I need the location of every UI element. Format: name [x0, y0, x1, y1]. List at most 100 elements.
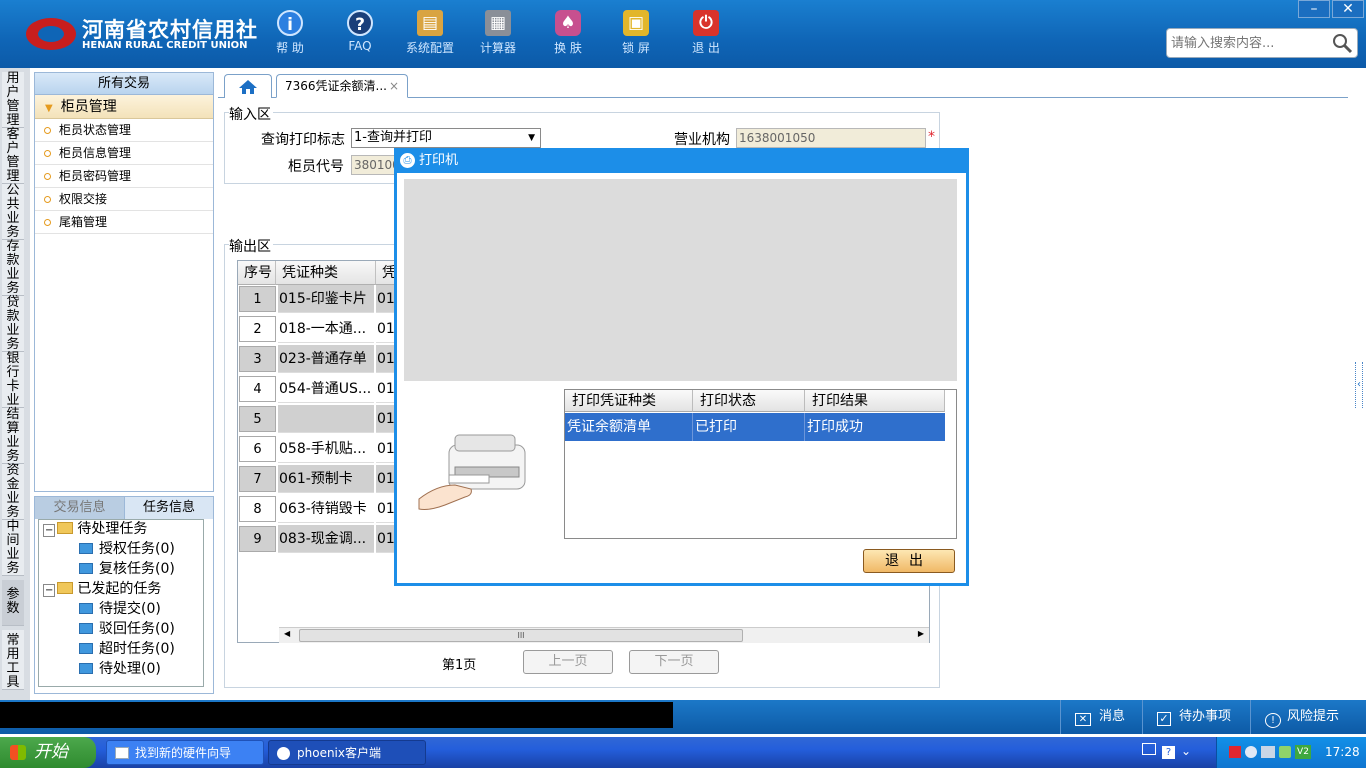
- tree-item-to-submit[interactable]: 待提交(0): [79, 599, 161, 619]
- security-icon[interactable]: [1279, 746, 1291, 758]
- vtab-settlement[interactable]: 结算业务: [2, 408, 24, 464]
- table-cell[interactable]: 063-待销毁卡: [278, 495, 374, 523]
- menu-item-tail-box[interactable]: 尾箱管理: [35, 211, 213, 234]
- dialog-title-bar[interactable]: ⎙ 打印机: [397, 151, 966, 173]
- skin-button[interactable]: ♠ 换 肤: [536, 8, 600, 62]
- horizontal-scrollbar[interactable]: ◀ III ▶: [279, 627, 929, 643]
- table-cell[interactable]: 01: [376, 375, 396, 403]
- prev-page-button[interactable]: 上一页: [523, 650, 613, 674]
- messages-button[interactable]: ✕ 消息: [1060, 700, 1142, 734]
- tab-task-info[interactable]: 任务信息: [124, 497, 213, 519]
- menu-item-teller-status[interactable]: 柜员状态管理: [35, 119, 213, 142]
- tray-app-icon[interactable]: [1229, 746, 1241, 758]
- vtab-funds[interactable]: 资金业务: [2, 464, 24, 520]
- org-field[interactable]: 1638001050: [736, 128, 926, 148]
- menu-title[interactable]: 所有交易: [35, 73, 213, 95]
- table-cell[interactable]: 023-普通存单: [278, 345, 374, 373]
- tree-item-auth[interactable]: 授权任务(0): [79, 539, 175, 559]
- vtab-loan[interactable]: 贷款业务: [2, 296, 24, 352]
- menu-item-permission-handover[interactable]: 权限交接: [35, 188, 213, 211]
- next-page-button[interactable]: 下一页: [629, 650, 719, 674]
- caret-icon[interactable]: ⌄: [1181, 744, 1191, 758]
- row-number[interactable]: 4: [239, 376, 276, 402]
- start-button[interactable]: 开始: [0, 737, 96, 768]
- system-config-button[interactable]: ▤ 系统配置: [398, 8, 462, 62]
- help-button[interactable]: i 帮 助: [258, 8, 322, 62]
- tree-item-timeout[interactable]: 超时任务(0): [79, 639, 175, 659]
- search-icon[interactable]: [1331, 32, 1353, 54]
- vtab-intermediary[interactable]: 中间业务: [2, 520, 24, 576]
- table-cell[interactable]: 01: [376, 315, 396, 343]
- table-cell[interactable]: 01: [376, 435, 396, 463]
- lock-screen-button[interactable]: ▣ 锁 屏: [604, 8, 668, 62]
- row-number[interactable]: 5: [239, 406, 276, 432]
- menu-item-teller-info[interactable]: 柜员信息管理: [35, 142, 213, 165]
- vtab-deposit[interactable]: 存款业务: [2, 240, 24, 296]
- monitor-icon[interactable]: [1261, 746, 1275, 758]
- table-cell[interactable]: 01: [376, 495, 396, 523]
- vtab-customer-mgmt[interactable]: 客户管理: [2, 128, 24, 184]
- table-cell[interactable]: 01: [376, 345, 396, 373]
- row-number[interactable]: 3: [239, 346, 276, 372]
- query-flag-select[interactable]: 1-查询并打印 ▼: [351, 128, 541, 148]
- tray-badge-icon[interactable]: V2: [1295, 745, 1311, 759]
- network-icon[interactable]: [1245, 746, 1257, 758]
- menu-group-teller[interactable]: ▼ 柜员管理: [35, 95, 213, 119]
- faq-button[interactable]: ? FAQ: [328, 8, 392, 62]
- close-tab-icon[interactable]: ×: [389, 79, 399, 93]
- scroll-right-icon[interactable]: ▶: [918, 629, 924, 638]
- taskbar-item-phoenix[interactable]: phoenix客户端: [268, 740, 426, 765]
- row-number[interactable]: 1: [239, 286, 276, 312]
- taskbar-item-hardware-wizard[interactable]: 找到新的硬件向导: [106, 740, 264, 765]
- table-cell[interactable]: 01: [376, 285, 396, 313]
- calculator-button[interactable]: ▦ 计算器: [466, 8, 530, 62]
- row-number[interactable]: 7: [239, 466, 276, 492]
- search-input[interactable]: [1167, 29, 1327, 57]
- vtab-bank-card[interactable]: 银行卡业务: [2, 352, 24, 422]
- col-header-print-type[interactable]: 打印凭证种类: [565, 390, 693, 412]
- keyboard-icon[interactable]: [1142, 743, 1156, 755]
- table-cell[interactable]: 058-手机贴...: [278, 435, 374, 463]
- risk-alert-button[interactable]: ! 风险提示: [1250, 700, 1366, 734]
- table-cell[interactable]: 061-预制卡: [278, 465, 374, 493]
- home-tab[interactable]: [224, 74, 272, 98]
- vtab-public-business[interactable]: 公共业务: [2, 184, 24, 240]
- col-header-print-status[interactable]: 打印状态: [693, 390, 805, 412]
- table-cell[interactable]: 018-一本通...: [278, 315, 374, 343]
- row-number[interactable]: 9: [239, 526, 276, 552]
- tab-voucher-balance[interactable]: 7366凭证余额清... ×: [276, 74, 408, 98]
- col-header-no[interactable]: 序号: [238, 261, 276, 285]
- table-cell[interactable]: 01: [376, 465, 396, 493]
- table-cell[interactable]: 015-印鉴卡片: [278, 285, 374, 313]
- exit-app-button[interactable]: ⏻ 退 出: [674, 8, 738, 62]
- vtab-params[interactable]: 参数: [2, 580, 24, 626]
- row-number[interactable]: 6: [239, 436, 276, 462]
- menu-item-teller-password[interactable]: 柜员密码管理: [35, 165, 213, 188]
- collapse-right-handle[interactable]: ‹: [1355, 362, 1363, 408]
- vtab-user-mgmt[interactable]: 用户管理: [2, 72, 24, 128]
- close-window-button[interactable]: ✕: [1332, 0, 1364, 18]
- row-number[interactable]: 8: [239, 496, 276, 522]
- scroll-left-icon[interactable]: ◀: [284, 629, 290, 638]
- tree-item-rejected[interactable]: 驳回任务(0): [79, 619, 175, 639]
- table-row[interactable]: 凭证余额清单 已打印 打印成功: [565, 413, 945, 441]
- col-header-print-result[interactable]: 打印结果: [805, 390, 945, 412]
- vtab-common-tools[interactable]: 常用工具: [2, 630, 24, 690]
- tree-item-to-process[interactable]: 待处理(0): [79, 659, 161, 679]
- table-cell[interactable]: 01: [376, 525, 396, 553]
- help-tray-icon[interactable]: ?: [1162, 746, 1175, 759]
- dialog-exit-button[interactable]: 退出: [863, 549, 955, 573]
- tab-transaction-info[interactable]: 交易信息: [35, 497, 124, 519]
- tree-node-initiated[interactable]: − 已发起的任务: [43, 579, 161, 599]
- col-header-type[interactable]: 凭证种类: [276, 261, 376, 285]
- table-cell[interactable]: [278, 405, 374, 433]
- todo-button[interactable]: ✓ 待办事项: [1142, 700, 1248, 734]
- tree-item-review[interactable]: 复核任务(0): [79, 559, 175, 579]
- tree-node-pending[interactable]: − 待处理任务: [43, 519, 147, 539]
- minimize-button[interactable]: –: [1298, 0, 1330, 18]
- table-cell[interactable]: 054-普通US...: [278, 375, 374, 403]
- table-cell[interactable]: 083-现金调...: [278, 525, 374, 553]
- scroll-thumb[interactable]: III: [299, 629, 743, 642]
- table-cell[interactable]: 01: [376, 405, 396, 433]
- row-number[interactable]: 2: [239, 316, 276, 342]
